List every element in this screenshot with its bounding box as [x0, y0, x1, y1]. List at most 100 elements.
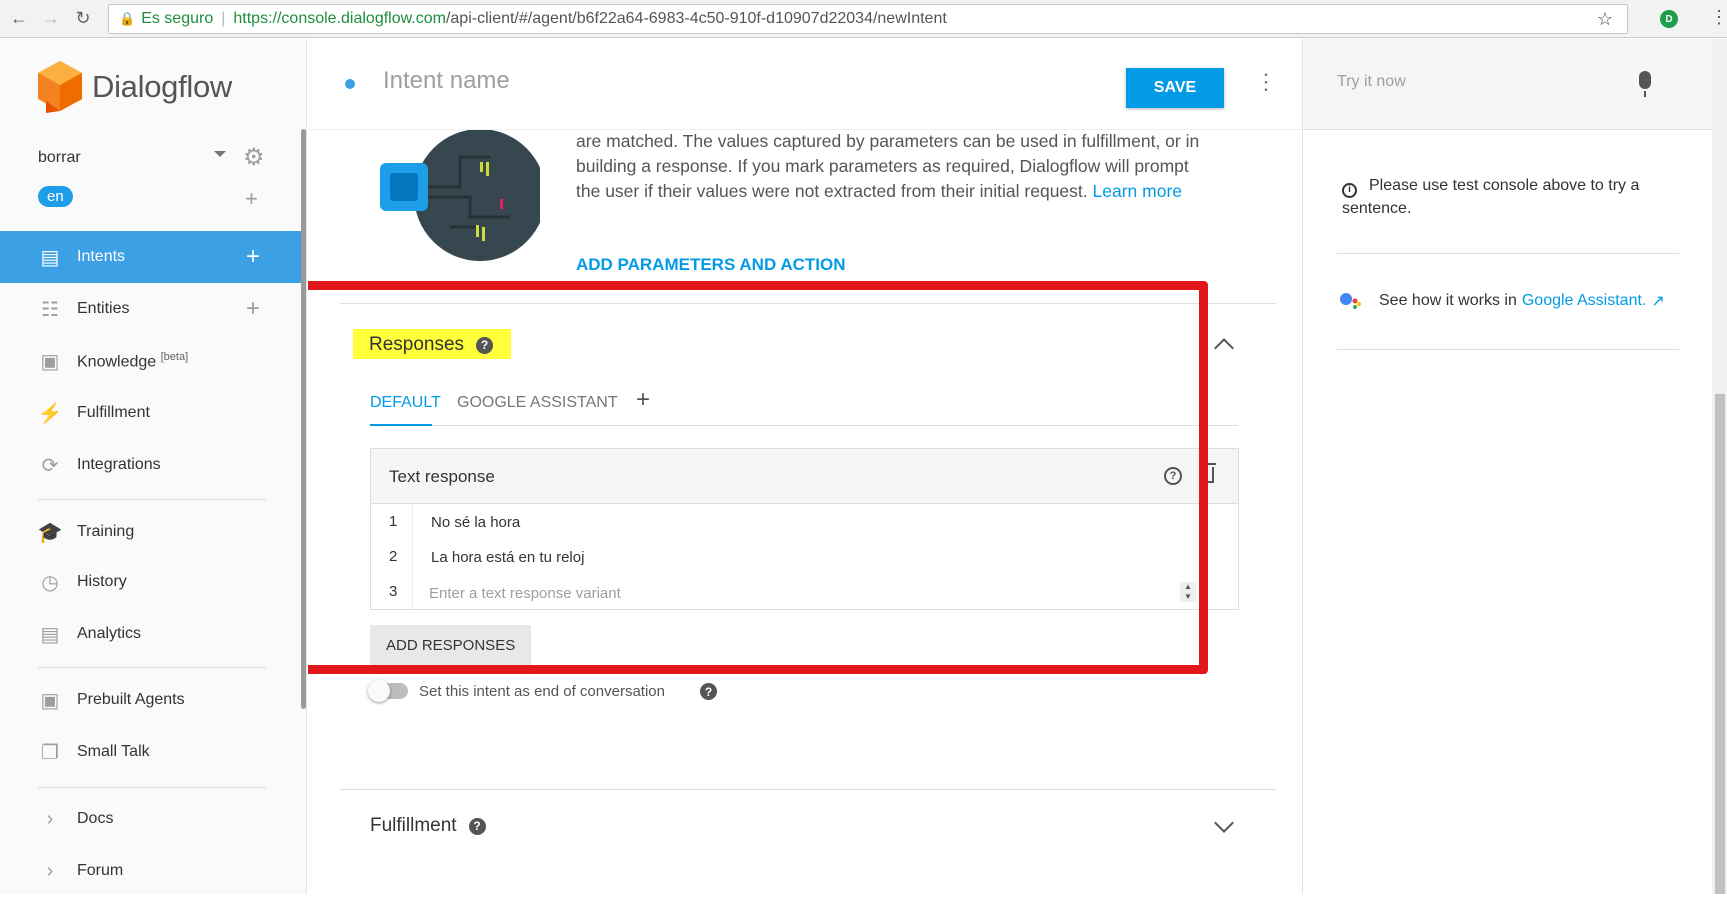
dialogflow-logo[interactable]: Dialogflow [38, 61, 232, 113]
ga-text: See how it works in [1379, 292, 1517, 309]
resize-handle-icon[interactable]: ▲ ▼ [1180, 582, 1196, 602]
text-response-card: Text response ? 1 No sé la hora 2 La hor… [370, 448, 1239, 610]
agent-selector[interactable]: borrar ⚙ [38, 143, 273, 173]
lock-icon: 🔒 [119, 11, 136, 26]
agent-name: borrar [38, 149, 81, 166]
sidebar-item-label: Knowledge [beta] [77, 351, 188, 371]
secure-label: Es seguro [141, 10, 214, 27]
reload-icon[interactable]: ↻ [70, 6, 96, 32]
add-language-icon[interactable]: + [245, 186, 258, 212]
fulfillment-title: Fulfillment ? [370, 815, 486, 837]
learn-more-link[interactable]: Learn more [1093, 181, 1183, 201]
forward-icon[interactable]: → [38, 6, 64, 32]
response-text[interactable]: No sé la hora [431, 514, 520, 531]
help-icon[interactable]: ? [468, 817, 486, 835]
response-variant-input[interactable] [429, 581, 1089, 605]
help-icon[interactable]: ? [700, 683, 717, 700]
response-row[interactable]: 3 ▲▼ [371, 575, 1238, 610]
sidebar-divider [38, 787, 266, 788]
sidebar-item-entities[interactable]: ☷ Entities + [0, 283, 301, 335]
responses-title: Responses ? [353, 329, 512, 359]
chevron-right-icon: › [46, 859, 54, 882]
help-circle-icon[interactable]: ? [1164, 467, 1182, 485]
address-bar[interactable]: 🔒 Es seguro | https://console.dialogflow… [108, 4, 1628, 34]
add-parameters-button[interactable]: ADD PARAMETERS AND ACTION [576, 255, 845, 275]
end-conversation-toggle[interactable] [368, 680, 408, 702]
try-it-input[interactable] [1337, 67, 1637, 97]
bar-chart-icon: ▤ [40, 623, 60, 646]
sidebar-item-intents[interactable]: ▤ Intents + [0, 231, 301, 283]
address-separator: | [221, 10, 226, 27]
chat-bubble-icon: ▤ [40, 246, 60, 269]
chevron-down-icon[interactable] [1214, 813, 1234, 833]
sidebar-item-analytics[interactable]: ▤ Analytics [0, 608, 301, 660]
add-entity-icon[interactable]: + [246, 295, 260, 323]
sidebar-item-history[interactable]: ◷ History [0, 556, 301, 608]
hierarchy-icon: ☷ [41, 298, 59, 321]
extension-icon[interactable]: D [1660, 10, 1678, 28]
sidebar-item-label: Small Talk [77, 743, 150, 760]
chevron-up-icon[interactable] [1214, 338, 1234, 358]
sidebar-scrollbar[interactable] [301, 129, 306, 709]
bookmark-star-icon[interactable]: ☆ [1597, 9, 1613, 30]
sidebar-item-integrations[interactable]: ⟳ Integrations [0, 439, 301, 491]
section-divider [340, 303, 1276, 304]
parameters-illustration [380, 129, 540, 261]
sidebar-item-small-talk[interactable]: ❐ Small Talk [0, 726, 301, 778]
microphone-icon[interactable] [1639, 71, 1651, 97]
intent-header: SAVE ⋮ [308, 39, 1302, 130]
intent-name-input[interactable] [383, 63, 803, 99]
graduation-cap-icon: 🎓 [37, 521, 63, 544]
sidebar-item-fulfillment[interactable]: ⚡ Fulfillment [0, 387, 301, 439]
tab-google-assistant[interactable]: GOOGLE ASSISTANT [457, 394, 618, 412]
url-path: /api-client/#/agent/b6f22a64-6983-4c50-9… [445, 10, 947, 27]
tab-default[interactable]: DEFAULT [370, 394, 441, 412]
add-tab-icon[interactable]: + [636, 386, 650, 414]
sidebar-item-label: Forum [77, 862, 124, 879]
fulfillment-title-text: Fulfillment [370, 815, 457, 836]
scrollbar-thumb[interactable] [1715, 394, 1725, 894]
parameters-description: are matched. The values captured by para… [576, 129, 1216, 204]
sidebar-divider [38, 499, 266, 500]
sidebar-item-label: Analytics [77, 625, 142, 642]
url-host: https://console.dialogflow.com [233, 10, 446, 27]
sidebar-item-label: Fulfillment [77, 404, 150, 421]
row-number: 2 [389, 548, 398, 565]
sidebar-item-forum[interactable]: › Forum [0, 845, 301, 897]
caret-down-icon[interactable] [214, 151, 226, 157]
sidebar-item-docs[interactable]: › Docs [0, 793, 301, 845]
trash-icon[interactable] [1200, 463, 1216, 483]
sidebar-item-knowledge[interactable]: ▣ Knowledge [beta] [0, 335, 301, 387]
external-link-icon[interactable]: ↗ [1651, 291, 1664, 311]
add-responses-button[interactable]: ADD RESPONSES [370, 625, 532, 665]
response-row[interactable]: 1 No sé la hora [371, 505, 1238, 540]
gear-icon[interactable]: ⚙ [243, 143, 265, 172]
more-options-icon[interactable]: ⋮ [1255, 69, 1277, 95]
sidebar-item-training[interactable]: 🎓 Training [0, 506, 301, 558]
back-icon[interactable]: ← [6, 6, 32, 32]
help-icon[interactable]: ? [476, 336, 494, 354]
intent-editor: SAVE ⋮ are matched. The values captured … [308, 39, 1302, 894]
knowledge-label: Knowledge [77, 353, 157, 371]
save-button[interactable]: SAVE [1126, 68, 1224, 108]
toggle-knob [368, 680, 390, 702]
beta-badge: [beta] [160, 350, 189, 363]
language-pill[interactable]: en [38, 186, 73, 207]
response-row[interactable]: 2 La hora está en tu reloj [371, 540, 1238, 575]
section-divider [340, 789, 1276, 790]
lightning-icon: ⚡ [37, 402, 63, 425]
info-icon: i [1342, 182, 1357, 198]
sync-icon: ⟳ [41, 454, 59, 477]
google-assistant-link[interactable]: Google Assistant. [1522, 292, 1647, 310]
browser-menu-icon[interactable]: ⋮ [1710, 7, 1727, 28]
priority-dot[interactable] [345, 79, 355, 89]
dialogflow-logo-icon [38, 61, 82, 113]
page-scrollbar[interactable] [1712, 39, 1727, 894]
response-text[interactable]: La hora está en tu reloj [431, 549, 584, 566]
add-intent-icon[interactable]: + [246, 243, 260, 271]
google-assistant-row: See how it works in Google Assistant. ↗ [1339, 291, 1699, 311]
sidebar-item-prebuilt-agents[interactable]: ▣ Prebuilt Agents [0, 674, 301, 726]
browser-toolbar: ← → ↻ 🔒 Es seguro | https://console.dial… [0, 0, 1727, 38]
test-console-panel: iPlease use test console above to try a … [1302, 39, 1727, 894]
try-it-bar [1303, 39, 1712, 130]
